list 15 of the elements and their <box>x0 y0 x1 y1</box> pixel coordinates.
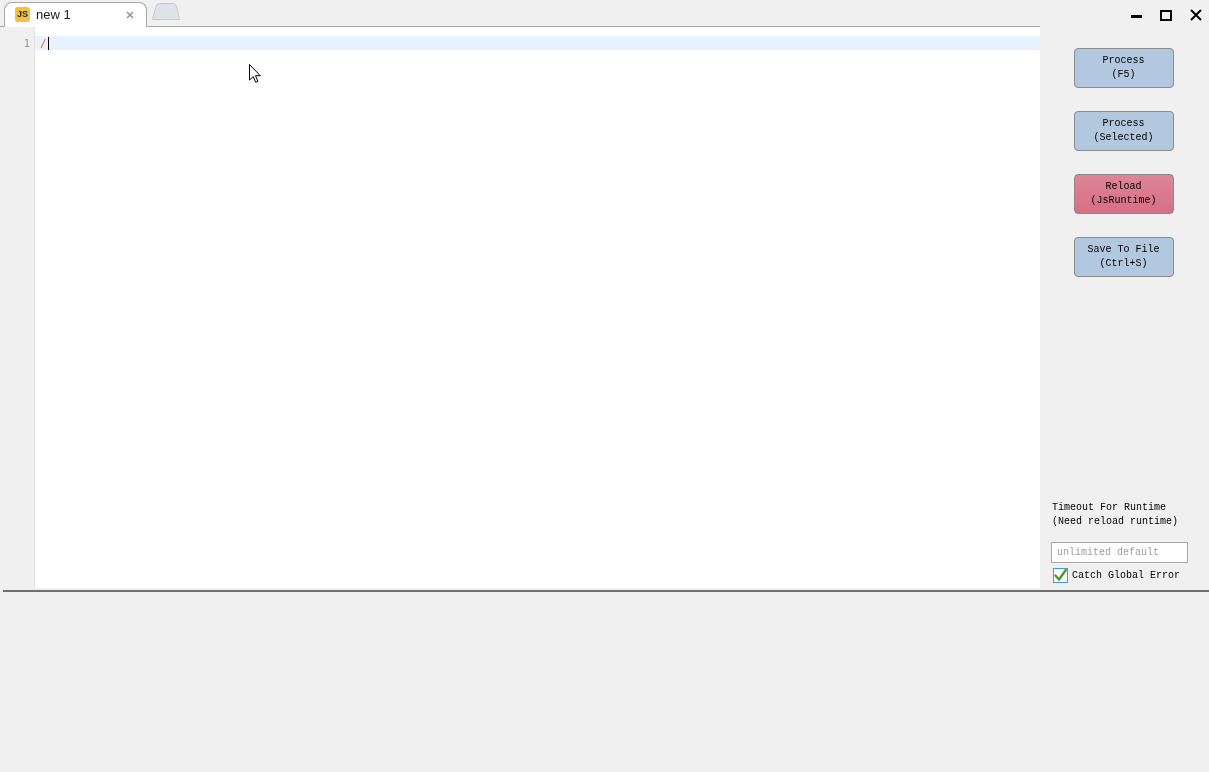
timeout-field[interactable]: unlimited default <box>1051 542 1188 563</box>
process-button[interactable]: Process (F5) <box>1073 48 1174 88</box>
timeout-label: Timeout For Runtime (Need reload runtime) <box>1052 501 1180 529</box>
line-number: 1 <box>23 36 30 50</box>
save-button[interactable]: Save To File (Ctrl+S) <box>1073 237 1174 277</box>
mouse-pointer-icon <box>249 64 261 83</box>
editor-tab[interactable]: JS new 1 <box>4 2 147 27</box>
checkbox[interactable] <box>1053 568 1068 583</box>
code-text: / <box>40 36 47 50</box>
close-icon[interactable] <box>1190 9 1202 21</box>
process-selected-button[interactable]: Process (Selected) <box>1073 111 1174 151</box>
js-file-badge: JS <box>15 7 30 22</box>
reload-button[interactable]: Reload (JsRuntime) <box>1073 174 1174 214</box>
checkbox-label[interactable]: Catch Global Error <box>1072 570 1181 581</box>
maximize-icon[interactable] <box>1160 9 1172 21</box>
